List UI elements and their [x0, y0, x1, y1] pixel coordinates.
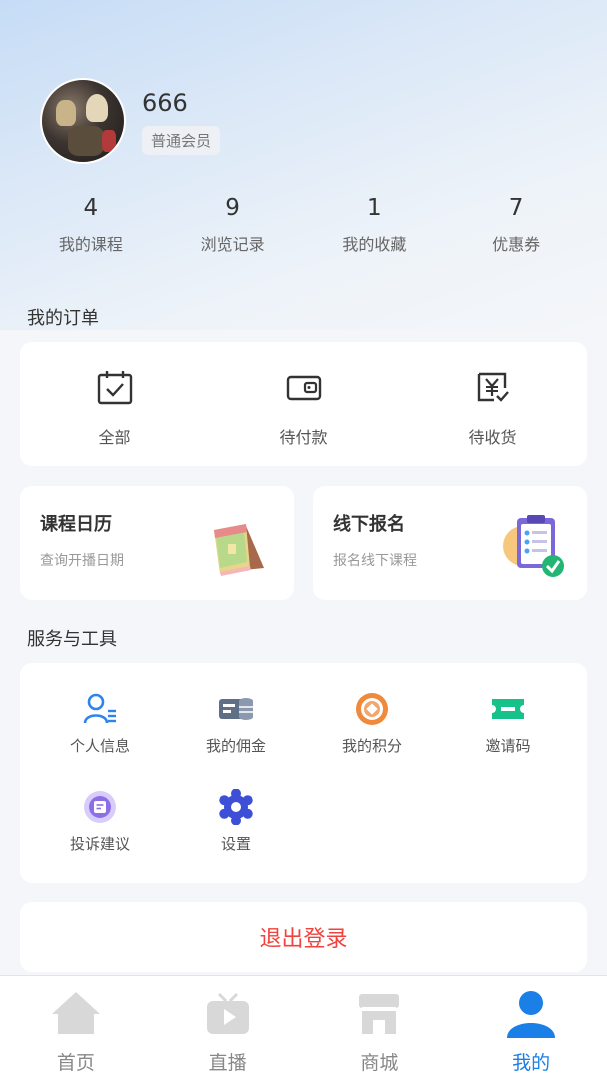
orders-card: 全部 待付款 待收货 — [20, 342, 587, 466]
order-pending-receipt-label: 待收货 — [468, 428, 517, 447]
tool-commission[interactable]: 我的佣金 — [176, 691, 296, 756]
ticket-icon — [448, 691, 568, 727]
stat-value: 9 — [225, 195, 240, 221]
tab-live[interactable]: 直播 — [152, 976, 304, 1080]
stat-browse-history[interactable]: 9 浏览记录 — [162, 193, 304, 255]
tool-points[interactable]: 我的积分 — [312, 691, 432, 756]
stat-my-courses[interactable]: 4 我的课程 — [20, 193, 162, 255]
tab-label: 首页 — [56, 1052, 95, 1074]
order-pending-payment-button[interactable]: 待付款 — [209, 342, 398, 466]
tool-settings[interactable]: 设置 — [176, 789, 296, 854]
tab-label: 商城 — [360, 1052, 399, 1074]
store-icon — [353, 988, 405, 1044]
user-profile-icon — [40, 691, 160, 727]
stat-label: 我的收藏 — [342, 235, 407, 254]
offline-signup-card[interactable]: 线下报名 报名线下课程 — [313, 486, 587, 600]
order-all-label: 全部 — [98, 428, 131, 447]
order-pending-payment-label: 待付款 — [279, 428, 328, 447]
logout-label: 退出登录 — [259, 927, 348, 952]
gear-icon — [176, 789, 296, 825]
tab-store[interactable]: 商城 — [304, 976, 456, 1080]
tool-feedback[interactable]: 投诉建议 — [40, 789, 160, 854]
stats-row: 4 我的课程 9 浏览记录 1 我的收藏 7 优惠券 — [20, 193, 587, 255]
tool-invite-code[interactable]: 邀请码 — [448, 691, 568, 756]
stat-label: 优惠券 — [492, 235, 541, 254]
tool-label: 个人信息 — [69, 737, 130, 755]
orders-section-title: 我的订单 — [27, 308, 99, 329]
tool-label: 邀请码 — [485, 737, 531, 755]
stat-coupons[interactable]: 7 优惠券 — [445, 193, 587, 255]
tool-label: 投诉建议 — [69, 835, 130, 853]
header-background — [0, 0, 607, 330]
user-icon — [505, 988, 557, 1044]
feedback-icon — [40, 789, 160, 825]
tools-card: 个人信息 我的佣金 我的积分 邀请码 投诉建议 设置 — [20, 663, 587, 883]
username: 666 — [142, 88, 188, 117]
tab-label: 直播 — [208, 1052, 247, 1074]
clipboard-check-illustration — [497, 508, 567, 578]
tab-mine[interactable]: 我的 — [455, 976, 607, 1080]
stat-label: 我的课程 — [58, 235, 123, 254]
tab-label: 我的 — [512, 1052, 551, 1074]
tool-label: 我的积分 — [341, 737, 402, 755]
order-all-button[interactable]: 全部 — [20, 342, 209, 466]
stat-favorites[interactable]: 1 我的收藏 — [304, 193, 446, 255]
points-coin-icon — [312, 691, 432, 727]
stat-value: 4 — [83, 195, 99, 221]
calendar-check-icon — [96, 368, 134, 410]
member-level-badge: 普通会员 — [142, 125, 221, 155]
home-icon — [50, 988, 102, 1044]
yen-receipt-icon — [474, 368, 512, 410]
user-info: 666 普通会员 — [142, 88, 221, 155]
commission-icon — [176, 691, 296, 727]
bottom-tab-bar: 首页 直播 商城 我的 — [0, 975, 607, 1080]
tab-home[interactable]: 首页 — [0, 976, 152, 1080]
tools-section-title: 服务与工具 — [27, 629, 117, 650]
logout-button[interactable]: 退出登录 — [20, 902, 587, 972]
desk-calendar-illustration — [204, 508, 274, 578]
stat-value: 1 — [367, 195, 382, 221]
course-calendar-card[interactable]: 课程日历 查询开播日期 — [20, 486, 294, 600]
tool-label: 设置 — [220, 835, 251, 853]
avatar[interactable] — [40, 78, 126, 164]
stat-value: 7 — [508, 195, 524, 221]
stat-label: 浏览记录 — [200, 235, 265, 254]
wallet-icon — [285, 368, 323, 410]
tool-label: 我的佣金 — [205, 737, 266, 755]
tool-personal-info[interactable]: 个人信息 — [40, 691, 160, 756]
order-pending-receipt-button[interactable]: 待收货 — [398, 342, 587, 466]
profile-header: 666 普通会员 — [40, 78, 221, 164]
tv-icon — [202, 988, 254, 1044]
